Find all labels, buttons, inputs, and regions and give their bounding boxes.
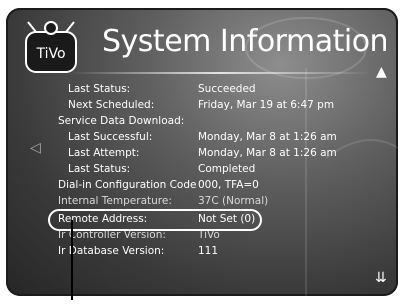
row-value: 37C (Normal) (198, 195, 269, 207)
row-value: Friday, Mar 19 at 6:47 pm (198, 99, 335, 111)
row-label: Service Data Download: (58, 115, 185, 127)
row-value: Completed (198, 163, 256, 175)
title-divider (70, 72, 370, 74)
scroll-down-icon[interactable]: ⇊ (375, 270, 387, 286)
tivo-screen: TiVo System Information ▲ ⇊ ◁ Last Statu… (6, 8, 398, 296)
callout-pointer-line (71, 220, 73, 300)
row-label: Last Status: (68, 163, 131, 175)
row-value: 000, TFA=0 (198, 179, 259, 191)
page-title: System Information (102, 24, 389, 59)
remote-address-highlight (48, 209, 262, 231)
row-label: Dial-in Configuration Code (58, 179, 197, 191)
row-label: Ir Database Version: (58, 245, 165, 257)
left-arrow-icon[interactable]: ◁ (30, 140, 41, 156)
row-value: Monday, Mar 8 at 1:26 am (198, 131, 337, 143)
tivo-logo-icon: TiVo (25, 21, 77, 73)
logo-text: TiVo (35, 46, 65, 62)
row-label: Last Status: (68, 83, 131, 95)
row-label: Internal Temperature: (58, 195, 172, 207)
row-value: 111 (198, 245, 219, 257)
row-label: Last Successful: (68, 131, 153, 143)
row-label: Next Scheduled: (68, 99, 155, 111)
row-label: Last Attempt: (68, 147, 140, 159)
row-value: Monday, Mar 8 at 1:26 am (198, 147, 337, 159)
scroll-up-icon[interactable]: ▲ (376, 64, 387, 80)
row-value: Succeeded (198, 83, 256, 95)
